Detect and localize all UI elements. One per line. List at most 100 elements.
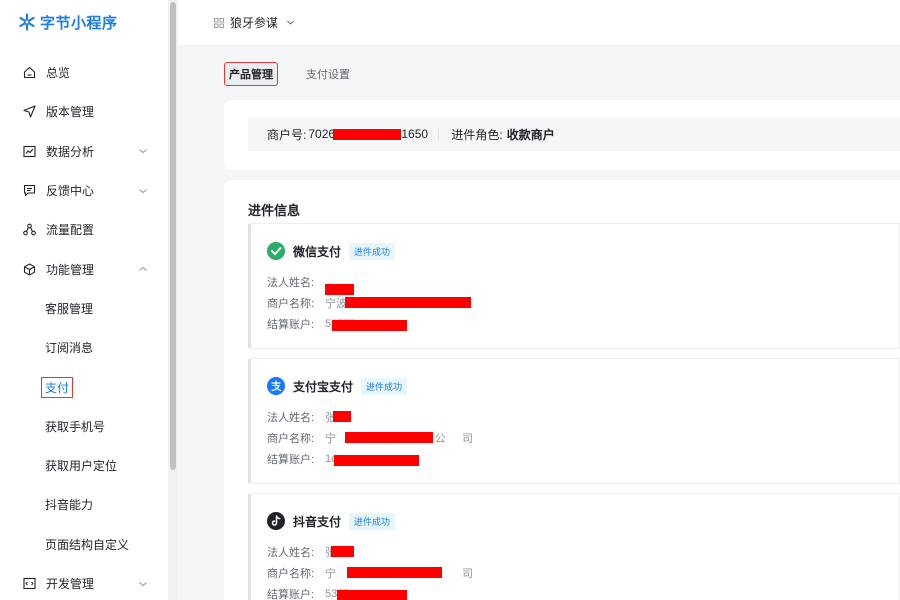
sidebar: 字节小程序 总览 版本管理 数据分析 反馈中心 流量配置 功能管理 客服管理 订… bbox=[0, 0, 178, 600]
code-icon bbox=[22, 577, 36, 591]
alipay-icon bbox=[267, 377, 285, 395]
tab-product-management[interactable]: 产品管理 bbox=[224, 62, 278, 86]
payment-header: 支付宝支付 进件成功 bbox=[267, 377, 408, 395]
field-label: 法人姓名: bbox=[267, 412, 315, 424]
field-merchant-name: 商户名称: 宁波 bbox=[267, 296, 485, 310]
sidebar-item-analytics[interactable]: 数据分析 bbox=[0, 132, 168, 171]
wechat-pay-icon bbox=[267, 242, 285, 260]
status-badge: 进件成功 bbox=[349, 242, 396, 260]
field-label: 结算账户: bbox=[267, 319, 315, 331]
app-logo[interactable]: 字节小程序 bbox=[18, 12, 118, 32]
sidebar-item-label: 版本管理 bbox=[46, 105, 95, 120]
sidebar-subitem-subscription[interactable]: 订阅消息 bbox=[0, 328, 168, 367]
sidebar-item-features[interactable]: 功能管理 bbox=[0, 249, 168, 288]
field-legal-name: 法人姓名: 张 bbox=[267, 545, 365, 559]
payment-name: 支付宝支付 bbox=[293, 379, 354, 394]
sidebar-item-overview[interactable]: 总览 bbox=[0, 53, 168, 92]
sidebar-item-dev[interactable]: 开发管理 bbox=[0, 564, 168, 600]
redaction-mark bbox=[331, 546, 354, 557]
douyin-pay-icon bbox=[267, 512, 285, 530]
tab-bar: 产品管理 支付设置 bbox=[224, 60, 378, 88]
merchant-role-value: 收款商户 bbox=[506, 127, 555, 142]
share-icon bbox=[22, 223, 36, 237]
sidebar-subitem-label: 获取手机号 bbox=[45, 419, 106, 434]
status-badge: 进件成功 bbox=[361, 377, 408, 395]
sidebar-item-label: 功能管理 bbox=[46, 262, 95, 277]
send-icon bbox=[22, 105, 36, 119]
payment-block-alipay: 支付宝支付 进件成功 法人姓名: 张 商户名称: 宁波有限公司 结算账户: 1c… bbox=[248, 358, 900, 484]
sidebar-item-label: 流量配置 bbox=[46, 223, 95, 238]
sidebar-item-versions[interactable]: 版本管理 bbox=[0, 92, 168, 131]
redaction-mark bbox=[325, 284, 354, 295]
sidebar-item-label: 总览 bbox=[46, 66, 71, 81]
chevron-up-icon bbox=[139, 266, 147, 272]
merchant-id-suffix: 1650 bbox=[401, 127, 429, 141]
field-account: 结算账户: 1com bbox=[267, 452, 440, 466]
payment-name: 抖音支付 bbox=[293, 514, 342, 529]
redaction-mark bbox=[333, 129, 402, 140]
redaction-mark bbox=[337, 590, 407, 600]
sidebar-item-label: 反馈中心 bbox=[46, 184, 95, 199]
field-value: 1com bbox=[325, 453, 440, 466]
sidebar-subitem-label: 支付 bbox=[41, 376, 74, 398]
sidebar-subitem-payment[interactable]: 支付 bbox=[0, 367, 168, 406]
sidebar-subitem-label: 客服管理 bbox=[45, 301, 94, 316]
cube-icon bbox=[22, 262, 36, 276]
merchant-info-bar: 商户号: 7026 1650 进件角色: 收款商户 bbox=[248, 117, 900, 151]
field-value-text: 宁波 bbox=[325, 298, 347, 310]
field-value: 张 bbox=[325, 544, 365, 560]
sidebar-subitem-label: 抖音能力 bbox=[45, 498, 94, 513]
divider bbox=[438, 128, 440, 140]
sidebar-subitem-douyin[interactable]: 抖音能力 bbox=[0, 485, 168, 524]
app-name: 字节小程序 bbox=[40, 14, 118, 32]
merchant-card: 商户号: 7026 1650 进件角色: 收款商户 bbox=[224, 100, 900, 170]
field-value: 张 bbox=[325, 409, 365, 425]
merchant-id-value: 7026 1650 bbox=[308, 127, 429, 141]
field-label: 商户名称: bbox=[267, 433, 315, 445]
field-value: 5375 bbox=[325, 588, 423, 600]
sidebar-subitem-phone[interactable]: 获取手机号 bbox=[0, 407, 168, 446]
project-name: 狼牙参谋 bbox=[230, 16, 279, 30]
sidebar-subitem-label: 获取用户定位 bbox=[45, 459, 118, 474]
chevron-down-icon bbox=[139, 188, 147, 193]
redaction-mark bbox=[333, 411, 351, 422]
payment-block-wechat: 微信支付 进件成功 法人姓名: 商户名称: 宁波 结算账户: 52575 bbox=[248, 223, 900, 349]
sidebar-subitem-label: 订阅消息 bbox=[45, 341, 94, 356]
payment-block-douyin: 抖音支付 进件成功 法人姓名: 张 商户名称: 宁波限公司 结算账户: 5375 bbox=[248, 493, 900, 600]
sidebar-item-feedback[interactable]: 反馈中心 bbox=[0, 171, 168, 210]
field-legal-name: 法人姓名: 张 bbox=[267, 410, 365, 424]
redaction-mark bbox=[334, 455, 419, 466]
sidebar-item-traffic[interactable]: 流量配置 bbox=[0, 210, 168, 249]
field-merchant-name: 商户名称: 宁波有限公司 bbox=[267, 431, 485, 445]
merchant-id-prefix: 7026 bbox=[308, 127, 336, 141]
redaction-mark bbox=[345, 432, 433, 443]
field-account: 结算账户: 52575 bbox=[267, 317, 435, 331]
payment-name: 微信支付 bbox=[293, 244, 342, 259]
status-badge: 进件成功 bbox=[349, 512, 396, 530]
section-title: 进件信息 bbox=[248, 203, 301, 218]
payment-header: 微信支付 进件成功 bbox=[267, 242, 396, 260]
sidebar-subitem-customer-service[interactable]: 客服管理 bbox=[0, 289, 168, 328]
chevron-down-icon bbox=[287, 20, 294, 25]
field-value: 宁波限公司 bbox=[325, 565, 485, 581]
field-value: 52575 bbox=[325, 318, 435, 331]
tab-payment-settings[interactable]: 支付设置 bbox=[300, 61, 356, 87]
project-switcher[interactable]: 狼牙参谋 bbox=[214, 14, 295, 31]
field-label: 商户名称: bbox=[267, 298, 315, 310]
merchant-role-label: 进件角色: bbox=[451, 127, 503, 142]
chevron-down-icon bbox=[139, 581, 147, 586]
app-logo-icon bbox=[19, 13, 35, 31]
sidebar-item-label: 开发管理 bbox=[46, 577, 95, 591]
redaction-mark bbox=[332, 320, 407, 331]
sidebar-item-label: 数据分析 bbox=[46, 144, 95, 159]
sidebar-subitem-location[interactable]: 获取用户定位 bbox=[0, 446, 168, 485]
sidebar-subitem-page-structure[interactable]: 页面结构自定义 bbox=[0, 525, 168, 564]
sidebar-nav: 总览 版本管理 数据分析 反馈中心 流量配置 功能管理 客服管理 订阅消息 支付… bbox=[0, 53, 168, 600]
field-label: 结算账户: bbox=[267, 589, 315, 600]
sidebar-scrollbar-thumb[interactable] bbox=[170, 2, 176, 470]
field-merchant-name: 商户名称: 宁波限公司 bbox=[267, 566, 485, 580]
sidebar-subitem-label: 页面结构自定义 bbox=[45, 537, 130, 552]
field-label: 结算账户: bbox=[267, 454, 315, 466]
redaction-mark bbox=[347, 567, 442, 578]
message-icon bbox=[22, 184, 36, 198]
